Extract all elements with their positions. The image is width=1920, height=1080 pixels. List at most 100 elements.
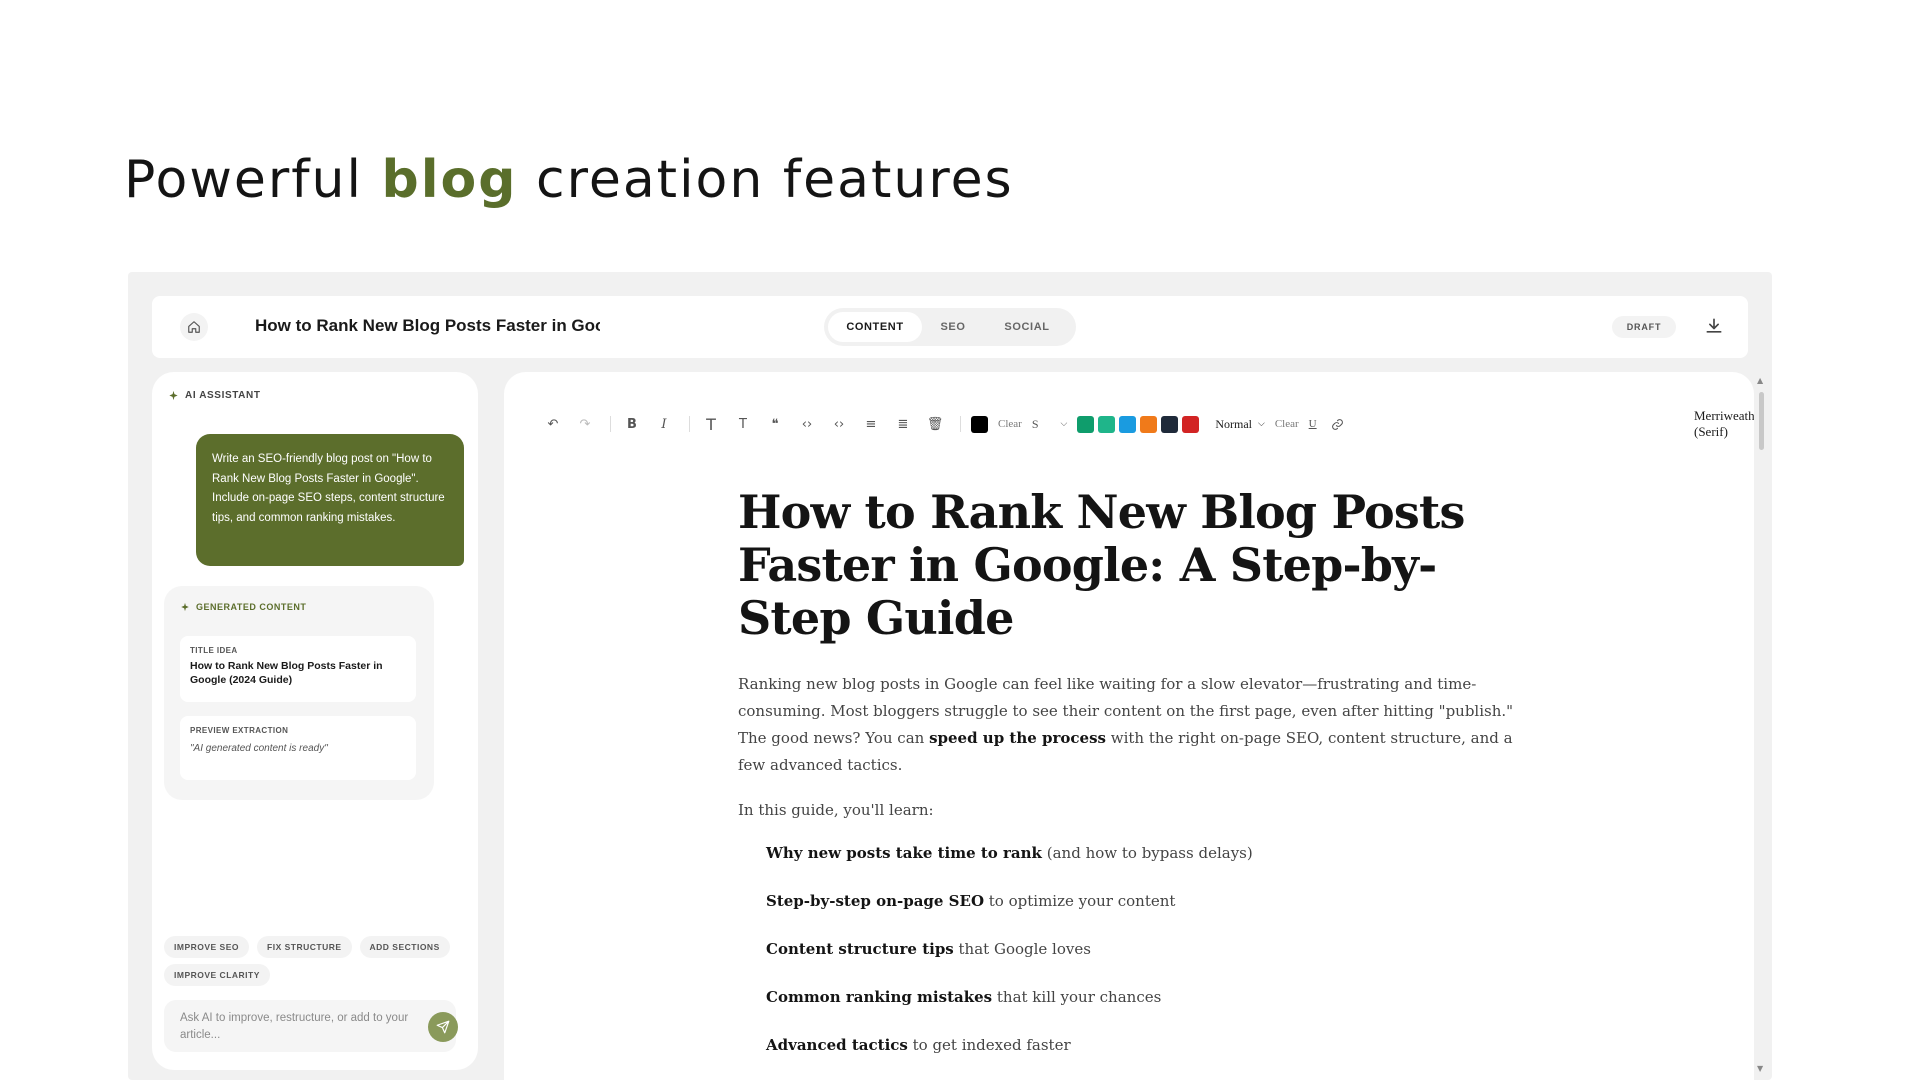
hero-title-prefix: Powerful	[124, 150, 382, 210]
font-family-value: Merriweather (Serif)	[1694, 408, 1754, 439]
list-item-bold: Why new posts take time to rank	[766, 844, 1042, 862]
article-intro: Ranking new blog posts in Google can fee…	[738, 671, 1528, 779]
document-title[interactable]: How to Rank New Blog Posts Faster in Goo…	[255, 316, 600, 336]
bullet-list-icon[interactable]: ≡	[860, 412, 882, 436]
title-idea-label: TITLE IDEA	[190, 646, 238, 655]
toolbar-divider	[689, 416, 690, 432]
title-idea-value: How to Rank New Blog Posts Faster in Goo…	[190, 660, 383, 686]
chevron-down-icon: ⌵	[1258, 419, 1265, 429]
list-item-text: to optimize your content	[984, 892, 1176, 910]
scrollbar-thumb[interactable]	[1759, 392, 1764, 450]
home-button[interactable]	[180, 313, 208, 341]
ask-ai-input[interactable]: Ask AI to improve, restructure, or add t…	[164, 1000, 456, 1052]
list-item-bold: Common ranking mistakes	[766, 988, 993, 1006]
preview-extraction-text: "AI generated content is ready"	[190, 743, 328, 754]
preview-extraction-card[interactable]: PREVIEW EXTRACTION "AI generated content…	[180, 716, 416, 780]
code-block-icon[interactable]: ‹›	[828, 412, 850, 436]
bold-icon[interactable]: B	[621, 412, 643, 436]
code-icon[interactable]: ‹›	[796, 412, 818, 436]
quote-icon[interactable]: ❝	[764, 412, 786, 436]
preview-extraction-label: PREVIEW EXTRACTION	[190, 726, 289, 735]
send-button[interactable]	[428, 1012, 458, 1042]
ai-assistant-heading: AI ASSISTANT	[168, 390, 261, 401]
list-item-bold: Advanced tactics	[766, 1036, 908, 1054]
generated-content-box: GENERATED CONTENT TITLE IDEA How to Rank…	[164, 586, 434, 800]
tab-seo[interactable]: SEO	[922, 312, 984, 342]
list-item-text: (and how to bypass delays)	[1041, 844, 1253, 862]
sparkle-icon	[169, 390, 178, 401]
numbered-list-icon[interactable]: ≣	[892, 412, 914, 436]
tab-content[interactable]: CONTENT	[828, 312, 922, 342]
heading-large-icon[interactable]: T	[700, 412, 722, 436]
list-item-bold: Step-by-step on-page SEO	[766, 892, 985, 910]
list-item: Step-by-step on-page SEO to optimize you…	[766, 888, 1528, 915]
hero-title-accent: blog	[381, 150, 518, 210]
chip-improve-clarity[interactable]: IMPROVE CLARITY	[164, 964, 270, 986]
toolbar-divider	[610, 416, 611, 432]
color-swatch-red[interactable]	[1182, 415, 1200, 433]
link-icon-glyph	[1332, 418, 1343, 430]
title-idea-card[interactable]: TITLE IDEA How to Rank New Blog Posts Fa…	[180, 636, 416, 702]
text-size-select[interactable]: S ⌵	[1032, 412, 1068, 436]
hero-title: Powerful blog creation features	[124, 150, 1014, 210]
send-icon	[436, 1020, 450, 1034]
list-item: Why new posts take time to rank (and how…	[766, 840, 1528, 867]
list-item: Advanced tactics to get indexed faster	[766, 1032, 1528, 1059]
intro-text-bold: speed up the process	[929, 729, 1106, 747]
formatting-toolbar: ↶ ↷ B I T T ❝ ‹› ‹› ≡ ≣ 🗑 Clear S ⌵ Norm…	[542, 412, 1722, 436]
color-swatch-orange[interactable]	[1140, 415, 1158, 433]
paragraph-style-value: Normal	[1215, 416, 1252, 431]
download-icon	[1706, 318, 1722, 333]
heading-small-icon[interactable]: T	[732, 412, 754, 436]
clear-color-button[interactable]: Clear	[998, 412, 1022, 436]
trash-icon[interactable]: 🗑	[924, 412, 946, 436]
scroll-up-arrow[interactable]: ▲	[1757, 376, 1763, 385]
text-size-value: S	[1031, 416, 1039, 431]
paragraph-style-select[interactable]: Normal ⌵	[1215, 412, 1264, 436]
list-item-bold: Content structure tips	[766, 940, 954, 958]
chevron-down-icon: ⌵	[1060, 419, 1068, 429]
redo-icon[interactable]: ↷	[574, 412, 596, 436]
tab-social[interactable]: SOCIAL	[984, 312, 1070, 342]
home-icon	[188, 321, 200, 333]
ai-assistant-panel: AI ASSISTANT Write an SEO-friendly blog …	[152, 372, 478, 1070]
list-item-text: to get indexed faster	[907, 1036, 1071, 1054]
color-swatch-teal[interactable]	[1098, 415, 1116, 433]
editor-panel: ↶ ↷ B I T T ❝ ‹› ‹› ≡ ≣ 🗑 Clear S ⌵ Norm…	[504, 372, 1754, 1080]
ai-assistant-label: AI ASSISTANT	[185, 390, 261, 401]
generated-content-heading: GENERATED CONTENT	[180, 602, 306, 612]
status-badge: DRAFT	[1612, 316, 1676, 338]
article-title: How to Rank New Blog Posts Faster in Goo…	[738, 485, 1465, 645]
list-item-text: that kill your chances	[992, 988, 1162, 1006]
italic-icon[interactable]: I	[653, 412, 675, 436]
user-prompt-bubble: Write an SEO-friendly blog post on "How …	[196, 434, 464, 566]
color-swatch-blue[interactable]	[1119, 415, 1137, 433]
view-tabs: CONTENT SEO SOCIAL	[824, 308, 1076, 346]
undo-icon[interactable]: ↶	[542, 412, 564, 436]
color-swatch-navy[interactable]	[1161, 415, 1179, 433]
learn-intro: In this guide, you'll learn:	[738, 801, 934, 819]
editor-scrollbar[interactable]: ▲ ▼	[1756, 376, 1766, 1076]
sparkle-icon	[181, 602, 189, 612]
underline-button[interactable]: U	[1309, 412, 1317, 436]
list-item-text: that Google loves	[953, 940, 1091, 958]
color-swatch-green[interactable]	[1077, 415, 1095, 433]
scroll-down-arrow[interactable]: ▼	[1757, 1064, 1763, 1073]
download-button[interactable]	[1704, 316, 1726, 338]
chip-improve-seo[interactable]: IMPROVE SEO	[164, 936, 250, 958]
app-frame: How to Rank New Blog Posts Faster in Goo…	[128, 272, 1772, 1080]
chip-add-sections[interactable]: ADD SECTIONS	[359, 936, 450, 958]
clear-format-button[interactable]: Clear	[1275, 412, 1299, 436]
generated-content-label: GENERATED CONTENT	[196, 602, 307, 612]
chip-fix-structure[interactable]: FIX STRUCTURE	[257, 936, 352, 958]
text-color-swatch[interactable]	[971, 415, 988, 433]
link-icon[interactable]	[1327, 412, 1349, 436]
top-bar: How to Rank New Blog Posts Faster in Goo…	[152, 296, 1748, 358]
list-item: Common ranking mistakes that kill your c…	[766, 984, 1528, 1011]
quick-action-chips: IMPROVE SEO FIX STRUCTURE ADD SECTIONS I…	[164, 936, 464, 986]
article-body[interactable]: How to Rank New Blog Posts Faster in Goo…	[738, 486, 1528, 1080]
font-family-select[interactable]: Merriweather (Serif) ⌵	[1694, 408, 1754, 439]
learn-list: Why new posts take time to rank (and how…	[738, 840, 1528, 1059]
toolbar-divider	[960, 416, 961, 432]
list-item: Content structure tips that Google loves	[766, 936, 1528, 963]
